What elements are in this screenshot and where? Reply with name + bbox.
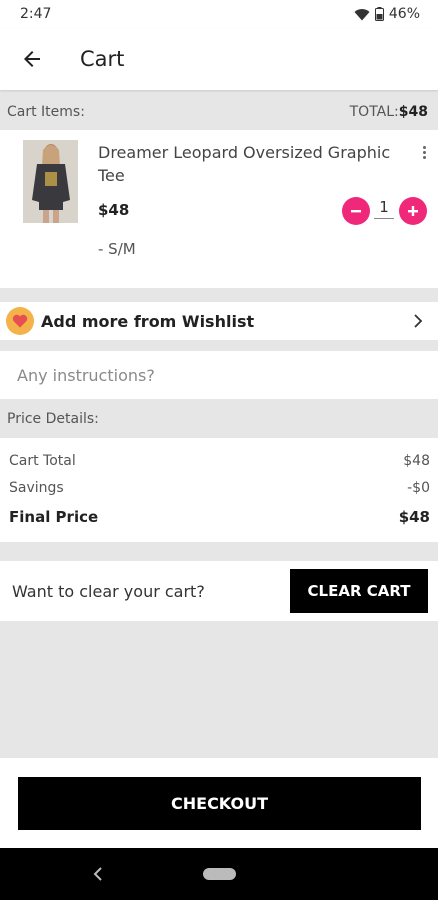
wishlist-label: Add more from Wishlist <box>41 311 255 331</box>
final-price-row: Final Price $48 <box>9 508 430 526</box>
checkout-bar: CHECKOUT <box>0 758 438 848</box>
quantity-value[interactable]: 1 <box>374 198 394 219</box>
quantity-decrease-button[interactable] <box>342 197 370 225</box>
arrow-left-icon <box>24 51 40 67</box>
system-nav-bar <box>0 848 438 900</box>
clear-cart-prompt: Want to clear your cart? <box>12 581 205 601</box>
minus-icon <box>351 210 361 213</box>
page-title: Cart <box>80 47 125 71</box>
plus-icon <box>408 206 418 216</box>
cart-total: TOTAL:$48 <box>350 104 428 120</box>
savings-value: -$0 <box>407 480 430 496</box>
back-button[interactable] <box>0 28 64 90</box>
savings-label: Savings <box>9 480 64 496</box>
quantity-increase-button[interactable] <box>399 197 427 225</box>
total-value: $48 <box>398 104 428 120</box>
price-details-card: Cart Total $48 Savings -$0 Final Price $… <box>0 438 438 542</box>
cart-total-value: $48 <box>403 453 430 469</box>
product-image[interactable] <box>23 140 78 223</box>
clear-cart-button[interactable]: CLEAR CART <box>290 569 428 613</box>
product-photo-illustration <box>23 140 78 223</box>
wifi-icon <box>354 8 370 20</box>
clear-cart-card: Want to clear your cart? CLEAR CART <box>0 561 438 621</box>
final-price-label: Final Price <box>9 508 99 526</box>
savings-row: Savings -$0 <box>9 480 430 496</box>
cart-total-row: Cart Total $48 <box>9 453 430 469</box>
chevron-right-icon <box>406 309 430 333</box>
cart-item-card: Dreamer Leopard Oversized Graphic Tee $4… <box>0 130 438 288</box>
status-icons: 46% <box>354 6 420 22</box>
price-details-header: Price Details: <box>7 411 99 427</box>
app-bar: Cart <box>0 28 438 90</box>
final-price-value: $48 <box>398 508 430 526</box>
more-options-icon[interactable] <box>414 142 434 162</box>
instructions-field-container <box>0 351 438 399</box>
nav-home-pill[interactable] <box>203 868 236 880</box>
cart-items-header: Cart Items: TOTAL:$48 <box>0 92 438 132</box>
cart-items-label: Cart Items: <box>7 104 85 120</box>
product-name[interactable]: Dreamer Leopard Oversized Graphic Tee <box>98 141 398 187</box>
heart-icon <box>6 307 34 335</box>
product-size: - S/M <box>98 240 136 258</box>
nav-back-icon[interactable] <box>88 864 108 884</box>
instructions-input[interactable] <box>0 351 438 399</box>
product-price: $48 <box>98 201 130 219</box>
status-time: 2:47 <box>20 6 52 22</box>
total-label: TOTAL: <box>349 104 399 120</box>
battery-icon <box>374 7 384 21</box>
add-from-wishlist-row[interactable]: Add more from Wishlist <box>0 302 438 340</box>
cart-total-label: Cart Total <box>9 453 76 469</box>
checkout-button[interactable]: CHECKOUT <box>18 777 421 830</box>
battery-percent: 46% <box>388 6 420 22</box>
status-bar: 2:47 46% <box>0 0 438 28</box>
